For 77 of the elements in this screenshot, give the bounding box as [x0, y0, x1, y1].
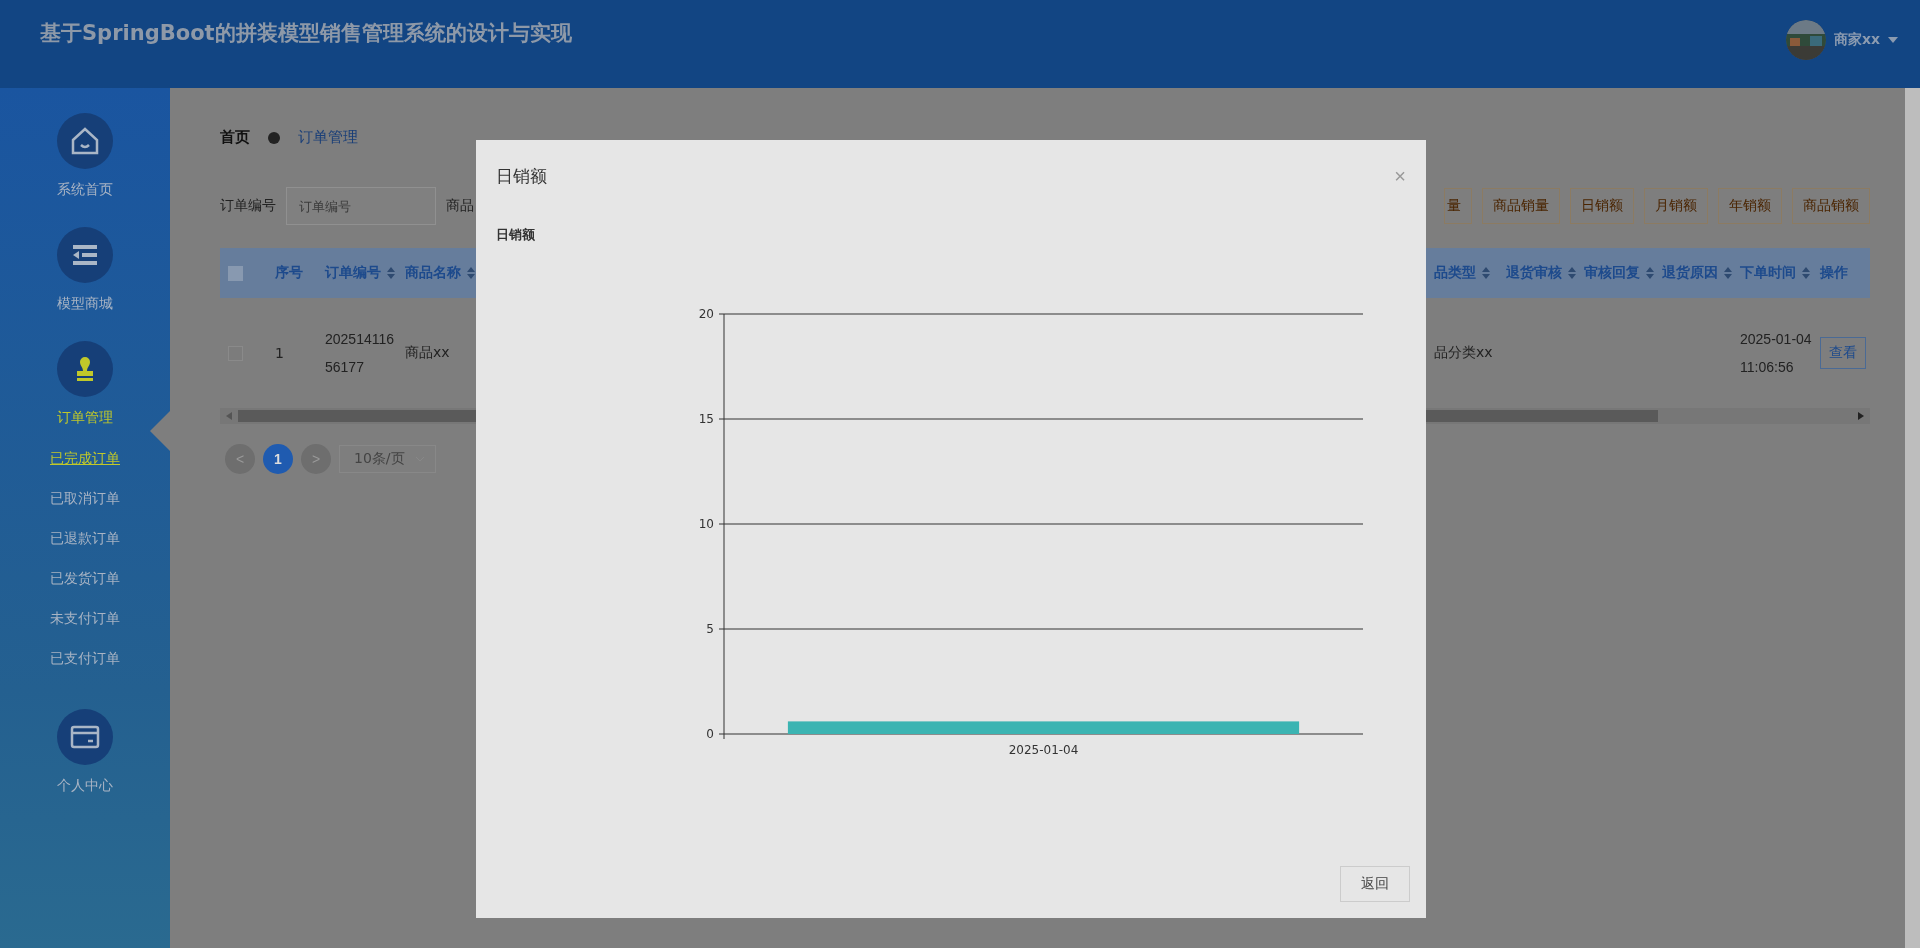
y-tick-label: 15	[698, 412, 714, 426]
table-cell: 1	[275, 345, 284, 361]
list-icon	[70, 242, 100, 268]
view-button[interactable]: 查看	[1820, 337, 1866, 369]
y-tick-label: 5	[706, 622, 714, 636]
y-tick	[718, 733, 725, 735]
sort-icon[interactable]	[1802, 267, 1810, 279]
card-icon	[70, 724, 100, 750]
menu-label[interactable]: 模型商城	[57, 295, 113, 313]
submenu-item[interactable]: 已完成订单	[50, 448, 120, 468]
page-size-select[interactable]: 10条/页	[339, 445, 436, 473]
sort-icon[interactable]	[387, 267, 395, 279]
stats-button[interactable]: 年销额	[1718, 188, 1782, 224]
menu-icon-circle[interactable]	[57, 227, 113, 283]
column-header[interactable]: 下单时间	[1740, 264, 1810, 282]
table-cell-text: 20251411656177	[325, 330, 396, 377]
vertical-scrollbar[interactable]	[1905, 88, 1920, 948]
y-tick-label: 10	[698, 517, 714, 531]
submenu-item[interactable]: 已支付订单	[50, 648, 120, 668]
stats-button[interactable]: 商品销额	[1792, 188, 1870, 224]
column-header[interactable]: 订单编号	[325, 264, 395, 282]
checkbox[interactable]	[228, 265, 243, 281]
search-label: 订单编号	[220, 197, 276, 215]
sort-icon[interactable]	[1646, 267, 1654, 279]
back-button[interactable]: 返回	[1340, 866, 1410, 902]
menu-label[interactable]: 系统首页	[57, 181, 113, 199]
sort-icon[interactable]	[1482, 267, 1490, 279]
active-pointer-icon	[150, 411, 170, 451]
caret-icon[interactable]	[1888, 37, 1898, 43]
previous-page-button[interactable]: <	[225, 444, 255, 474]
menu-icon-circle[interactable]	[57, 709, 113, 765]
next-page-button[interactable]: >	[301, 444, 331, 474]
submenu-item[interactable]: 已取消订单	[50, 488, 120, 508]
column-header[interactable]: 操作	[1820, 264, 1848, 282]
scroll-left-icon[interactable]	[226, 412, 232, 420]
y-tick	[718, 418, 725, 420]
column-header[interactable]: 序号	[275, 264, 303, 282]
table-cell: 品分类xx	[1434, 344, 1493, 362]
app-title: 基于SpringBoot的拼装模型销售管理系统的设计与实现	[40, 20, 572, 47]
separator-dot-icon	[268, 131, 280, 144]
column-header[interactable]: 退货审核	[1506, 264, 1576, 282]
column-header[interactable]: 退货原因	[1662, 264, 1732, 282]
submenu-item[interactable]: 未支付订单	[50, 608, 120, 628]
y-tick-label: 20	[698, 307, 714, 321]
sort-icon[interactable]	[1568, 267, 1576, 279]
home-icon	[70, 126, 100, 156]
column-header[interactable]: 商品名称	[405, 264, 475, 282]
sort-icon[interactable]	[1724, 267, 1732, 279]
stats-button[interactable]: 量	[1444, 188, 1472, 224]
close-button[interactable]: ×	[1394, 164, 1406, 188]
stats-button[interactable]: 日销额	[1570, 188, 1634, 224]
submenu-item[interactable]: 已发货订单	[50, 568, 120, 588]
table-cell: 商品xx	[405, 344, 450, 362]
y-tick-label: 0	[706, 727, 714, 741]
menu-label[interactable]: 订单管理	[57, 409, 113, 427]
chart-title: 日销额	[496, 226, 536, 244]
submenu-item[interactable]: 已退款订单	[50, 528, 120, 548]
dialog-title: 日销额	[496, 164, 547, 188]
x-tick-label: 2025-01-04	[1008, 743, 1079, 757]
y-tick	[718, 628, 725, 630]
menu-label[interactable]: 个人中心	[57, 777, 113, 795]
breadcrumb-item[interactable]: 订单管理	[298, 128, 358, 147]
search-label: 商品	[446, 197, 474, 215]
y-tick	[718, 523, 725, 525]
stats-button[interactable]: 商品销量	[1482, 188, 1560, 224]
user-name[interactable]: 商家xx	[1833, 31, 1880, 49]
bar[interactable]	[787, 721, 1300, 734]
menu-icon-circle[interactable]	[57, 341, 113, 397]
scroll-right-icon[interactable]	[1858, 412, 1864, 420]
column-header[interactable]: 审核回复	[1584, 264, 1654, 282]
breadcrumb-item[interactable]: 首页	[220, 128, 250, 147]
page-number[interactable]: 1	[263, 444, 293, 474]
menu-icon-circle[interactable]	[57, 113, 113, 169]
table-cell-text: 2025-01-04 11:06:56	[1740, 330, 1813, 377]
order-number-field[interactable]: 订单编号	[286, 187, 436, 225]
stats-button[interactable]: 月销额	[1644, 188, 1708, 224]
column-header[interactable]: 品类型	[1434, 264, 1490, 282]
